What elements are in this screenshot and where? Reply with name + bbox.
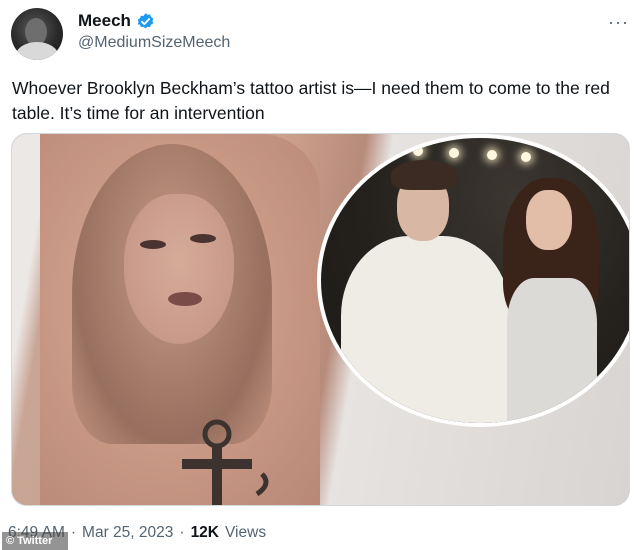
woman-dress [507,278,597,423]
light-bulb [413,146,423,156]
credit-label: Twitter [17,535,53,547]
views-label: Views [225,524,267,541]
man-hair [391,160,457,190]
views-count: 12K [190,524,219,541]
anchor-tattoo-icon [182,419,269,505]
light-bulb [487,150,497,160]
meta-separator: · [70,524,77,541]
light-bulb [449,148,459,158]
tweet-text: Whoever Brooklyn Beckham’s tattoo artist… [12,78,610,123]
man-white-sweater [341,236,511,423]
author-name-row: Meech [78,11,155,31]
tweet-date[interactable]: Mar 25, 2023 [82,524,173,542]
inset-couple-photo [317,134,629,427]
tattoo-lips [168,292,202,306]
more-horizontal-icon[interactable]: ··· [608,12,629,33]
author-handle[interactable]: @MediumSizeMeech [78,34,230,52]
image-credit: © Twitter [2,532,68,550]
tattoo-left-eye [140,240,166,249]
copyright-icon: © [6,535,15,547]
light-bulb [521,152,531,162]
author-name[interactable]: Meech [78,11,131,31]
tattoo-portrait-face [124,194,234,344]
author-avatar[interactable] [11,8,63,60]
meta-separator: · [179,524,185,541]
woman-face [526,190,572,250]
tattoo-right-eye [190,234,216,243]
verified-badge-icon [136,12,155,31]
tweet-media-image[interactable] [11,133,630,506]
avatar-shirt [15,42,59,60]
